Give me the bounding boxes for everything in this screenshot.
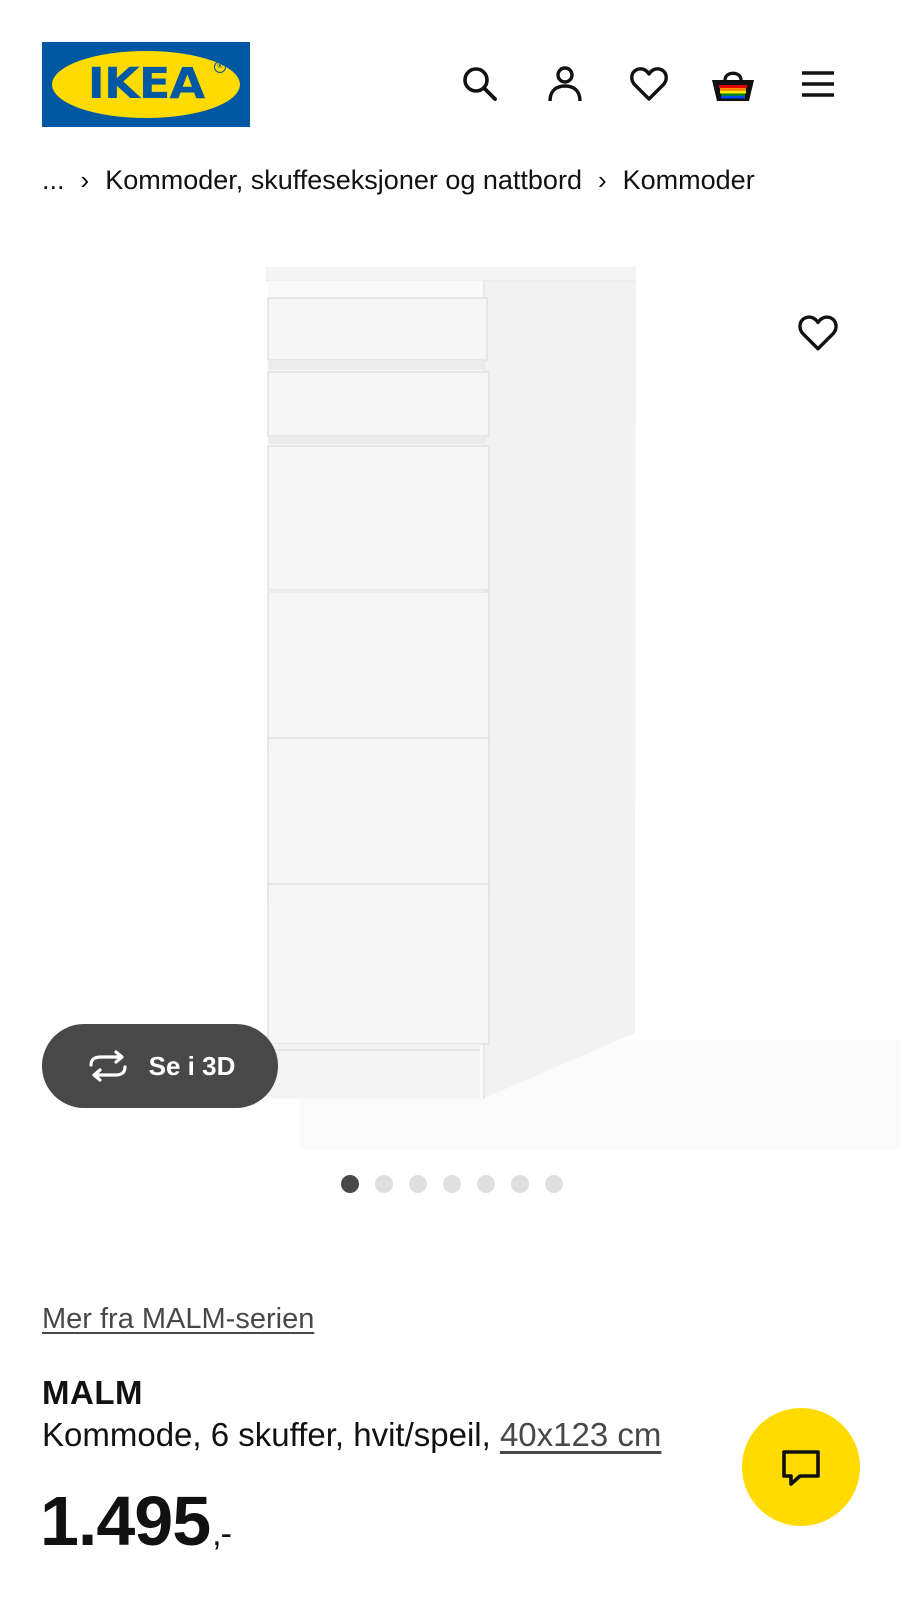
breadcrumb-ellipsis[interactable]: ... xyxy=(42,165,65,196)
product-size-link[interactable]: 40x123 cm xyxy=(500,1416,661,1453)
search-button[interactable] xyxy=(456,60,504,108)
product-name: MALM xyxy=(42,1374,143,1411)
favourites-button[interactable] xyxy=(625,60,673,108)
carousel-dot[interactable] xyxy=(545,1175,563,1193)
carousel-dot[interactable] xyxy=(409,1175,427,1193)
view-in-3d-button[interactable]: Se i 3D xyxy=(42,1024,278,1108)
drawer-fronts xyxy=(267,297,490,1045)
chat-icon xyxy=(782,1450,820,1486)
carousel-dot[interactable] xyxy=(443,1175,461,1193)
search-icon xyxy=(463,67,497,101)
menu-button[interactable] xyxy=(794,60,842,108)
view-in-3d-label: Se i 3D xyxy=(148,1050,236,1081)
price-value: 1.495 xyxy=(40,1482,211,1560)
menu-icon xyxy=(802,71,834,97)
carousel-dot[interactable] xyxy=(341,1175,359,1193)
carousel-dot[interactable] xyxy=(511,1175,529,1193)
heart-icon xyxy=(798,315,838,351)
series-link[interactable]: Mer fra MALM-serien xyxy=(42,1303,314,1336)
rotate-3d-icon xyxy=(89,1050,127,1082)
breadcrumb-separator: › xyxy=(80,164,90,195)
chat-button[interactable] xyxy=(742,1408,860,1526)
breadcrumb-separator: › xyxy=(597,164,607,195)
logo-oval: IKEA ® xyxy=(52,51,240,118)
breadcrumb-item-dressers-category[interactable]: Kommoder, skuffeseksjoner og nattbord xyxy=(105,165,582,196)
save-to-favourites-button[interactable] xyxy=(793,308,843,358)
heart-icon xyxy=(630,67,668,101)
logo-registered-mark: ® xyxy=(214,61,226,73)
product-description-text: Kommode, 6 skuffer, hvit/speil, xyxy=(42,1416,491,1453)
logo-text: IKEA xyxy=(87,59,206,109)
basket-button[interactable] xyxy=(709,60,757,108)
product-description: Kommode, 6 skuffer, hvit/speil, 40x123 c… xyxy=(42,1416,661,1454)
carousel-dot[interactable] xyxy=(477,1175,495,1193)
product-image[interactable] xyxy=(0,230,920,1160)
account-button[interactable] xyxy=(541,60,589,108)
price-suffix: ,- xyxy=(212,1515,232,1553)
basket-icon xyxy=(712,71,754,101)
breadcrumb-item-dressers[interactable]: Kommoder xyxy=(623,165,755,196)
product-price: 1.495,- xyxy=(40,1486,232,1556)
account-icon xyxy=(548,66,582,102)
ikea-logo[interactable]: IKEA ® xyxy=(42,42,250,127)
carousel-dot[interactable] xyxy=(375,1175,393,1193)
breadcrumb: ... › Kommoder, skuffeseksjoner og nattb… xyxy=(42,160,755,200)
image-carousel-dots xyxy=(341,1175,563,1193)
